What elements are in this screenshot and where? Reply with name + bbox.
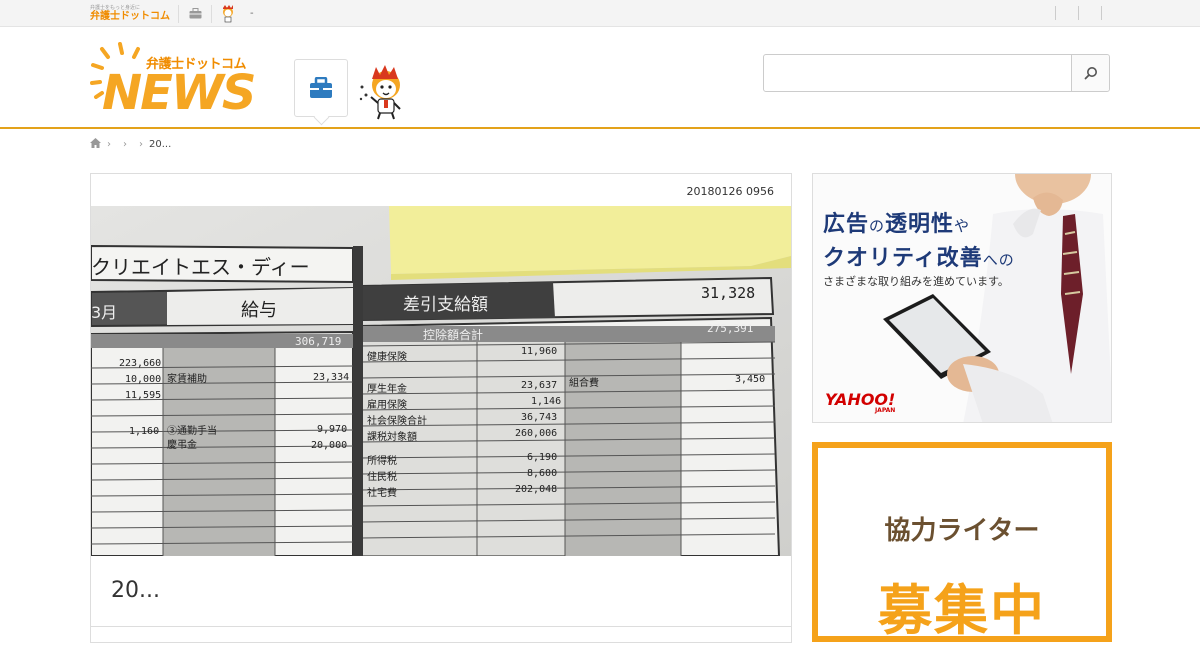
toolbox-icon[interactable] — [187, 6, 203, 22]
mascot-mini-icon[interactable] — [220, 4, 236, 22]
photo-deduction-label: 課税対象額 — [367, 430, 417, 443]
site-logo[interactable]: 弁護士ドットコム NEWS — [90, 39, 280, 121]
topbar-dash: - — [250, 8, 254, 19]
mini-logo-tagline: 弁護士をもっと身近に — [90, 4, 141, 11]
photo-deduction-label: 所得税 — [367, 454, 397, 467]
photo-left-value: 1,160 — [129, 426, 159, 437]
photo-left-right-value: 9,970 — [317, 424, 347, 435]
photo-month-text: 3月 — [91, 303, 117, 322]
photo-pay-label: 給与 — [241, 300, 277, 321]
photo-company-text: クリエイトエス・ディー — [91, 255, 310, 279]
ad1-text: 広告 — [823, 212, 870, 237]
article-card-divider — [91, 626, 791, 627]
top-links — [1033, 6, 1102, 20]
photo-deduction-value: 6,190 — [527, 452, 557, 463]
photo-left-value: 223,660 — [119, 358, 161, 369]
topbar-divider — [178, 4, 179, 23]
writer-recruit-line-2: 募集中 — [878, 579, 1046, 642]
photo-deduction-value: 275,391 — [707, 322, 753, 335]
ad1-subtext: さまざまな取り組みを進めています。 — [823, 275, 1009, 288]
photo-deduction-label: 雇用保険 — [367, 398, 407, 411]
ad1-text: への — [982, 251, 1015, 269]
sidebar-ad-yahoo[interactable]: 広告の透明性や クオリティ改善への さまざまな取り組みを進めています。 YAHO… — [812, 173, 1112, 423]
photo-deduction-value: 23,637 — [521, 380, 557, 391]
photo-left-value: 10,000 — [125, 374, 161, 385]
ad1-headline-1: 広告の透明性や — [823, 206, 970, 238]
photo-deduction-value: 260,006 — [515, 428, 557, 439]
photo-deduction-label: 住民税 — [367, 470, 397, 483]
ad1-headline-2: クオリティ改善への — [823, 240, 1015, 272]
search-button[interactable] — [1071, 55, 1109, 91]
search-icon — [1084, 67, 1097, 80]
category-menu-button[interactable] — [294, 59, 348, 117]
ad1-text: の — [869, 217, 886, 235]
breadcrumb-separator-icon: › — [107, 139, 111, 150]
site-header: 弁護士ドットコム NEWS — [0, 27, 1200, 129]
topbar-divider — [211, 4, 212, 23]
ad1-text: や — [954, 217, 971, 235]
photo-deduction-label: 社宅費 — [367, 486, 397, 499]
mini-site-logo[interactable]: 弁護士をもっと身近に 弁護士ドットコム — [90, 4, 170, 22]
article-date: 20180126 0956 — [686, 185, 774, 198]
photo-deduction-label: 健康保険 — [367, 350, 407, 363]
top-link-divider — [1101, 6, 1102, 20]
logo-news-text: NEWS — [102, 65, 256, 121]
top-utility-bar-left: 弁護士をもっと身近に 弁護士ドットコム - — [90, 0, 254, 27]
mini-logo-text: 弁護士ドットコム — [90, 10, 170, 22]
breadcrumb: › › › 20... — [90, 138, 171, 151]
writer-recruit-line-1: 協力ライター — [884, 516, 1040, 546]
toolbox-icon — [310, 77, 332, 98]
photo-deduction-label: 社会保険合計 — [367, 414, 427, 427]
ad1-text: 透明性 — [885, 212, 955, 237]
photo-deduction-value: 36,743 — [521, 412, 557, 423]
photo-left-label: 家賃補助 — [167, 372, 207, 385]
article-photo[interactable]: クリエイトエス・ディー 3月 給与 差引支給額 31,328 306,719 2… — [91, 206, 791, 556]
home-icon[interactable] — [90, 138, 101, 151]
search-box — [763, 54, 1110, 92]
mascot-character — [358, 65, 408, 120]
breadcrumb-separator-icon: › — [123, 139, 127, 150]
ad1-text: クオリティ改善 — [823, 246, 983, 271]
photo-deduction-value: 11,960 — [521, 346, 557, 357]
article-card[interactable]: 20180126 0956 クリエイトエス・ディー 3月 給与 差引支給額 31… — [90, 173, 792, 643]
top-link-divider — [1055, 6, 1056, 20]
photo-left-right-value: 23,334 — [313, 372, 349, 383]
photo-net-label: 差引支給額 — [403, 295, 488, 315]
sidebar-writer-recruit-banner[interactable]: 協力ライター 募集中 — [812, 442, 1112, 642]
photo-left-right-value: 20,000 — [311, 440, 347, 451]
breadcrumb-current: 20... — [149, 139, 172, 150]
photo-left-value: 11,595 — [125, 390, 161, 401]
photo-left-label: 慶弔金 — [167, 438, 197, 451]
top-utility-bar: 弁護士をもっと身近に 弁護士ドットコム - — [0, 0, 1200, 27]
photo-deduction-value: 202,048 — [515, 484, 557, 495]
top-link-divider — [1078, 6, 1079, 20]
photo-deduction-value: 8,600 — [527, 468, 557, 479]
photo-union-value: 3,450 — [735, 374, 765, 385]
breadcrumb-separator-icon: › — [139, 139, 143, 150]
photo-net-value: 31,328 — [701, 284, 755, 302]
photo-deduction-label: 厚生年金 — [367, 382, 407, 395]
photo-deduction-label: 控除額合計 — [423, 327, 483, 342]
photo-union-label: 組合費 — [569, 376, 599, 389]
photo-left-label: ③通勤手当 — [167, 424, 217, 437]
payslip-photo-image: クリエイトエス・ディー 3月 給与 差引支給額 31,328 306,719 2… — [91, 206, 791, 556]
article-title[interactable]: 20... — [111, 578, 160, 603]
photo-gross-value: 306,719 — [295, 335, 341, 348]
search-input[interactable] — [764, 55, 1071, 91]
yahoo-japan-logo: YAHOO! JAPAN — [825, 392, 895, 414]
mascot-icon — [359, 65, 401, 120]
photo-deduction-value: 1,146 — [531, 396, 561, 407]
